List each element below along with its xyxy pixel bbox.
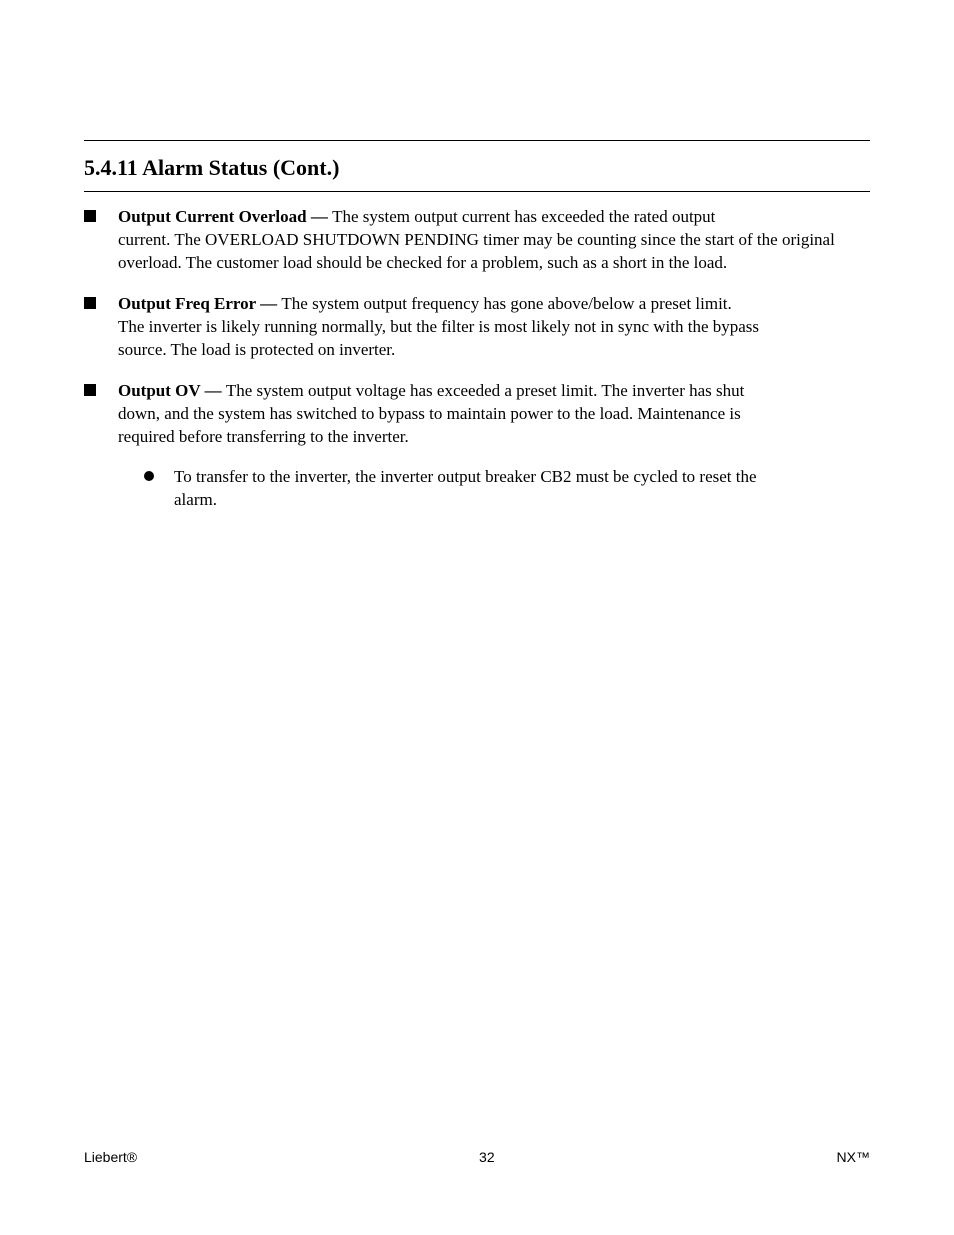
list-item: Output OV — The system output voltage ha…	[84, 380, 870, 449]
item-head-inline: The system output voltage has exceeded a…	[226, 381, 745, 400]
item-desc-line: down, and the system has switched to byp…	[118, 403, 870, 426]
item-head-bold: Output Current Overload —	[118, 207, 332, 226]
list-item: Output Freq Error — The system output fr…	[84, 293, 870, 362]
list-item: Output Current Overload — The system out…	[84, 206, 870, 275]
item-head-inline: The system output current has exceeded t…	[332, 207, 715, 226]
page-footer: Liebert® 32 NX™	[84, 1149, 870, 1165]
footer-right: NX™	[837, 1149, 870, 1165]
item-heading: Output OV — The system output voltage ha…	[118, 380, 870, 403]
item-heading: Output Freq Error — The system output fr…	[118, 293, 870, 316]
round-bullet-icon	[144, 471, 154, 481]
item-desc-line: current. The OVERLOAD SHUTDOWN PENDING t…	[118, 229, 870, 252]
item-desc-line: source. The load is protected on inverte…	[118, 339, 870, 362]
item-desc-line: alarm.	[174, 489, 870, 512]
item-head-inline: The system output frequency has gone abo…	[281, 294, 731, 313]
list-item: To transfer to the inverter, the inverte…	[84, 466, 870, 512]
item-head-bold: Output Freq Error —	[118, 294, 281, 313]
item-heading: Output Current Overload — The system out…	[118, 206, 870, 229]
footer-page-number: 32	[479, 1149, 495, 1165]
section-title: 5.4.11 Alarm Status (Cont.)	[84, 155, 339, 180]
square-bullet-icon	[84, 384, 96, 396]
item-desc-line: To transfer to the inverter, the inverte…	[174, 466, 870, 489]
square-bullet-icon	[84, 210, 96, 222]
item-desc-line: The inverter is likely running normally,…	[118, 316, 870, 339]
item-desc-line: required before transferring to the inve…	[118, 426, 870, 449]
divider-bottom	[84, 191, 870, 192]
item-desc-line: overload. The customer load should be ch…	[118, 252, 870, 275]
footer-left: Liebert®	[84, 1149, 137, 1165]
item-head-bold: Output OV —	[118, 381, 226, 400]
square-bullet-icon	[84, 297, 96, 309]
